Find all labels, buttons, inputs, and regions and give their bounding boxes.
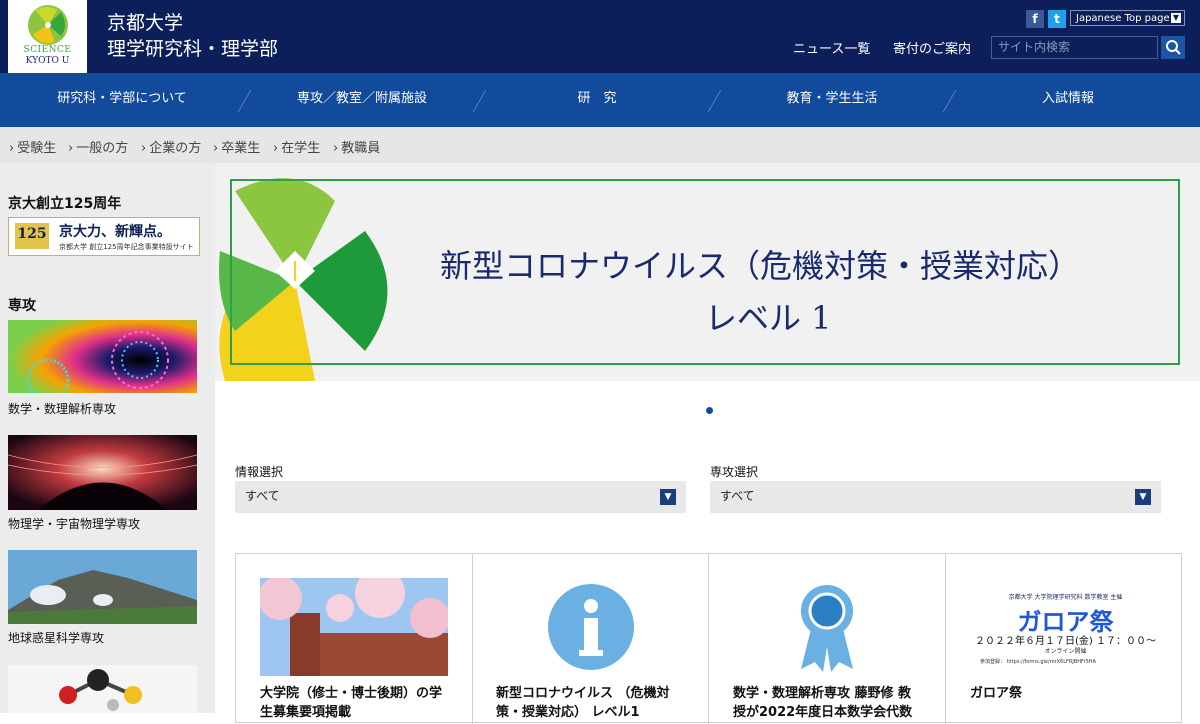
chevron-down-icon: ▼ xyxy=(1171,13,1181,23)
subnav-examinees[interactable]: 受験生 xyxy=(9,137,56,156)
major-select-label: 専攻選択 xyxy=(710,465,759,479)
sidebar: 京大創立125周年 125 京大力、新輝点。 京都大学 創立125周年記念事業特… xyxy=(0,163,215,713)
info-icon xyxy=(548,584,634,670)
donation-link[interactable]: 寄付のご案内 xyxy=(893,38,971,57)
site-search-input[interactable]: サイト内検索 xyxy=(991,36,1158,59)
chevron-down-icon: ▼ xyxy=(1135,489,1151,505)
info-select-label: 情報選択 xyxy=(235,465,284,479)
majors-heading: 専攻 xyxy=(8,298,36,314)
anniversary-banner[interactable]: 125 京大力、新輝点。 京都大学 創立125周年記念事業特設サイト xyxy=(8,217,200,256)
anniversary-heading: 京大創立125周年 xyxy=(8,196,122,212)
subnav-staff[interactable]: 教職員 xyxy=(333,137,380,156)
site-name-university[interactable]: 京都大学 xyxy=(107,8,183,35)
campus-photo xyxy=(260,578,448,676)
poster-organizer: 京都大学 大学院理学研究科 数学教室 主催 xyxy=(1008,594,1123,601)
major-select-value: すべて xyxy=(720,489,755,503)
subnav-alumni[interactable]: 卒業生 xyxy=(213,137,260,156)
banner-title-line1: 新型コロナウイルス（危機対策・授業対応） xyxy=(440,247,1081,285)
major-label-math[interactable]: 数学・数理解析専攻 xyxy=(8,400,116,417)
news-card[interactable]: 数学・数理解析専攻 藤野修 教授が2022年度日本数学会代数 xyxy=(709,554,946,724)
language-select[interactable]: Japanese Top page ▼ xyxy=(1070,10,1185,26)
news-card[interactable]: 京都大学 大学院理学研究科 数学教室 主催 ガロア祭 ２０２２年６月１７日(金)… xyxy=(946,554,1181,724)
subnav-general[interactable]: 一般の方 xyxy=(68,137,128,156)
news-card[interactable]: 大学院（修士・博士後期）の学生募集要項掲載 xyxy=(236,554,473,724)
news-card[interactable]: 新型コロナウイルス （危機対策・授業対応） レベル1 xyxy=(472,554,709,724)
info-select-value: すべて xyxy=(245,489,280,503)
carousel-dot[interactable] xyxy=(706,407,713,414)
major-select[interactable]: すべて ▼ xyxy=(710,481,1161,513)
audience-nav: 受験生 一般の方 企業の方 卒業生 在学生 教職員 xyxy=(0,127,1200,163)
search-button[interactable] xyxy=(1161,36,1185,59)
poster-date: ２０２２年６月１７日(金) １７：００～ xyxy=(975,636,1156,647)
gnav-departments[interactable]: 専攻／教室／附属施設 xyxy=(245,73,479,127)
earth-major-image[interactable] xyxy=(8,550,197,624)
subnav-companies[interactable]: 企業の方 xyxy=(141,137,201,156)
major-label-physics[interactable]: 物理学・宇宙物理学専攻 xyxy=(8,515,140,532)
chemistry-major-image[interactable] xyxy=(8,665,197,713)
hero-banner[interactable]: 新型コロナウイルス（危機対策・授業対応） レベル 1 xyxy=(215,163,1200,381)
global-nav: 研究科・学部について 専攻／教室／附属施設 研 究 教育・学生生活 入試情報 xyxy=(0,73,1200,127)
math-major-image[interactable] xyxy=(8,320,197,393)
logo-text-kyoto: KYOTO U xyxy=(25,56,70,66)
search-icon xyxy=(1166,40,1181,55)
info-select[interactable]: すべて ▼ xyxy=(235,481,686,513)
galois-poster: 京都大学 大学院理学研究科 数学教室 主催 ガロア祭 ２０２２年６月１７日(金)… xyxy=(968,582,1163,677)
news-card-title[interactable]: 数学・数理解析専攻 藤野修 教授が2022年度日本数学会代数 xyxy=(733,684,923,722)
physics-major-image[interactable] xyxy=(8,435,197,510)
anniversary-subtitle: 京都大学 創立125周年記念事業特設サイト xyxy=(59,243,194,251)
major-label-earth[interactable]: 地球惑星科学専攻 xyxy=(8,629,104,646)
news-card-title[interactable]: 大学院（修士・博士後期）の学生募集要項掲載 xyxy=(260,684,450,722)
poster-mode: オンライン開催 xyxy=(1044,648,1087,655)
facebook-icon[interactable]: f xyxy=(1026,10,1044,28)
award-ribbon-icon xyxy=(801,585,853,672)
poster-registration: 参加登録： https://forms.gle/mrX6LFRJBHFr5HA xyxy=(980,659,1096,665)
ginkgo-logo-icon xyxy=(28,5,68,45)
gnav-research[interactable]: 研 究 xyxy=(480,73,714,127)
subnav-students[interactable]: 在学生 xyxy=(273,137,320,156)
news-card-title[interactable]: ガロア祭 xyxy=(970,684,1160,703)
news-card-title[interactable]: 新型コロナウイルス （危機対策・授業対応） レベル1 xyxy=(496,684,686,722)
news-cards: 大学院（修士・博士後期）の学生募集要項掲載 新型コロナウイルス （危機対策・授業… xyxy=(235,553,1182,724)
twitter-icon[interactable]: t xyxy=(1048,10,1066,28)
anniversary-slogan: 京大力、新輝点。 xyxy=(59,224,171,240)
kyoto-science-logo[interactable]: SCIENCE KYOTO U xyxy=(8,0,87,73)
logo-text-science: SCIENCE xyxy=(23,45,72,55)
chevron-down-icon: ▼ xyxy=(660,489,676,505)
site-header: SCIENCE KYOTO U 京都大学 理学研究科・理学部 f t Japan… xyxy=(0,0,1200,73)
site-name-faculty[interactable]: 理学研究科・理学部 xyxy=(107,34,278,61)
anniversary-number: 125 xyxy=(15,223,49,249)
news-list-link[interactable]: ニュース一覧 xyxy=(793,38,870,57)
gnav-education[interactable]: 教育・学生生活 xyxy=(715,73,949,127)
gnav-admissions[interactable]: 入試情報 xyxy=(950,73,1186,127)
language-select-label: Japanese Top page xyxy=(1076,13,1170,24)
banner-title-line2: レベル 1 xyxy=(705,299,832,337)
gnav-about[interactable]: 研究科・学部について xyxy=(0,73,244,127)
